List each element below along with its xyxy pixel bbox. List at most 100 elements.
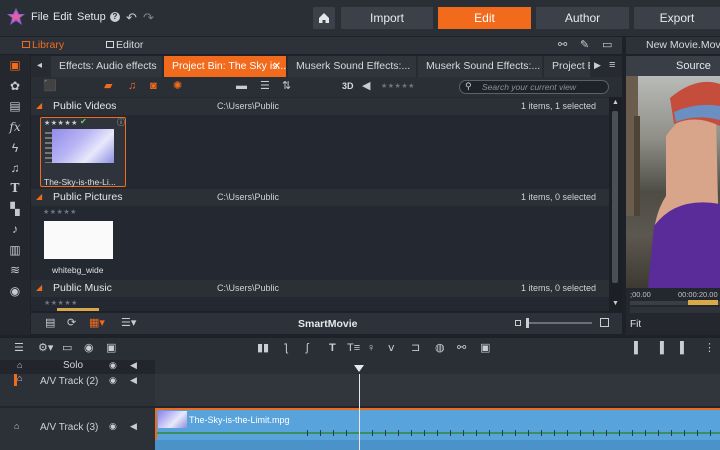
filter-project-icon[interactable]: ✺ [173, 81, 182, 92]
track-header-3[interactable]: ⌂ A/V Track (3) ◉ ◀ [0, 408, 155, 450]
speaker-filter-icon[interactable]: ◀ [362, 81, 370, 92]
menu-setup[interactable]: Setup [77, 11, 106, 23]
timeline-ruler[interactable] [155, 360, 720, 374]
media-icon[interactable]: ▤ [9, 100, 21, 112]
preview-icon[interactable]: ▣ [480, 343, 490, 354]
track-header-2[interactable]: ⌂ A/V Track (2) ◉ ◀ [0, 374, 155, 406]
collapse-icon[interactable]: ◢ [36, 192, 42, 201]
edit-button[interactable]: Edit [438, 7, 531, 29]
track-lock-icon[interactable]: ⌂ [17, 374, 22, 383]
audio-mixer-icon[interactable]: ▮▮ [257, 343, 269, 354]
timeline-settings-icon[interactable]: ☰ [14, 343, 24, 354]
tab-muserk-2[interactable]: Muserk Sound Effects:... [418, 56, 542, 77]
piano-icon[interactable]: ▥ [9, 244, 21, 256]
titles-icon[interactable]: T [9, 182, 21, 194]
menu-icon[interactable]: ⋮ [704, 343, 715, 354]
source-scrubber[interactable] [630, 300, 720, 305]
zoom-small-icon[interactable] [515, 320, 521, 326]
tabs-forward-icon[interactable]: ▶ [594, 61, 601, 70]
filter-video-icon[interactable]: ▰ [104, 81, 112, 92]
effects-icon[interactable]: fx [9, 121, 21, 133]
tab-project-b[interactable]: Project B [544, 56, 590, 77]
folder-icon[interactable]: ▬ [236, 81, 247, 92]
storyboard-icon[interactable]: ▣ [106, 343, 116, 354]
eye-icon[interactable]: ◉ [109, 376, 117, 385]
zoom-slider[interactable] [526, 318, 592, 328]
music-thumbnail-edge[interactable] [57, 308, 99, 311]
trim-icon[interactable]: ⅴ [388, 343, 395, 354]
scrubber-marker[interactable] [688, 300, 718, 305]
scroll-down-icon[interactable]: ▼ [612, 300, 619, 307]
menu-edit[interactable]: Edit [53, 11, 72, 23]
speaker-icon[interactable]: ◀ [130, 376, 137, 385]
tag-icon[interactable]: ⬛ [43, 81, 57, 92]
search-field[interactable]: ⚲ Search your current view [459, 80, 609, 94]
rating-stars[interactable]: ★★★★★ [43, 208, 77, 216]
split-icon[interactable]: ⊐ [411, 343, 420, 354]
rating-stars[interactable]: ★★★★★ [44, 299, 78, 307]
filter-photo-icon[interactable]: ◙ [150, 81, 157, 92]
zoom-handle[interactable] [526, 318, 529, 328]
snap-icon[interactable]: ▭ [62, 343, 72, 354]
project-bin-icon[interactable]: ▣ [9, 59, 21, 71]
rating-stars[interactable]: ★★★★★ [44, 119, 78, 127]
info-icon[interactable]: ⓘ [117, 119, 125, 127]
track-lock-icon[interactable]: ⌂ [14, 422, 19, 431]
video-thumbnail[interactable]: ★★★★★ ✔ ⓘ The-Sky-is-the-Li... [40, 117, 126, 187]
smartmovie-button[interactable]: SmartMovie [298, 318, 358, 330]
layout-icon[interactable]: ▭ [602, 40, 612, 51]
sound-effects-icon[interactable]: ♪ [9, 223, 21, 235]
voiceover-icon[interactable]: ♀ [367, 343, 375, 354]
tab-muserk-1[interactable]: Muserk Sound Effects:... [288, 56, 416, 77]
link-clips-icon[interactable]: ⚯ [457, 343, 466, 354]
speaker-icon[interactable]: ◀ [130, 361, 137, 370]
montage-icon[interactable]: ▚ [9, 203, 21, 215]
tab-effects-audio[interactable]: Effects: Audio effects [51, 56, 162, 77]
menu-file[interactable]: File [31, 11, 49, 23]
transitions-icon[interactable]: ϟ [9, 142, 21, 154]
grid-view-icon[interactable]: ▦▾ [89, 318, 105, 329]
zoom-large-icon[interactable] [600, 318, 609, 327]
section-header-music[interactable]: ◢ Public Music C:\Users\Public 1 items, … [31, 280, 609, 297]
section-header-videos[interactable]: ◢ Public Videos C:\Users\Public 1 items,… [31, 98, 609, 115]
close-tab-icon[interactable]: ✕ [273, 56, 281, 77]
timeline-clip[interactable]: The-Sky-is-the-Limit.mpg [155, 408, 720, 440]
track-lane-2[interactable] [155, 374, 720, 406]
list-view-icon[interactable]: ☰ [260, 81, 270, 92]
library-scrollbar[interactable]: ▲ ▼ [609, 97, 622, 311]
source-scroll[interactable] [630, 307, 720, 313]
library-tab[interactable]: Library [22, 39, 64, 51]
filter-audio-icon[interactable]: ♫ [128, 81, 136, 92]
marker-icon[interactable]: ▌ [634, 343, 642, 354]
title-tool-icon[interactable]: T [329, 343, 336, 354]
picture-thumbnail[interactable]: ★★★★★ whitebg_wide [40, 207, 126, 277]
undo-icon[interactable]: ↶ [126, 11, 137, 24]
sort-icon[interactable]: ⇅ [282, 81, 291, 92]
audio-wave-icon[interactable]: ≋ [9, 264, 21, 276]
eye-icon[interactable]: ◉ [109, 361, 117, 370]
scroll-thumb[interactable] [612, 111, 618, 283]
export-button[interactable]: Export [634, 7, 720, 29]
collapse-icon[interactable]: ◢ [36, 283, 42, 292]
zoom-timeline-icon[interactable]: ▌ [680, 343, 688, 354]
fit-dropdown[interactable]: Fit [630, 319, 641, 330]
eye-icon[interactable]: ◉ [109, 422, 117, 431]
redo-icon[interactable]: ↷ [143, 11, 154, 24]
editor-tab[interactable]: Editor [106, 39, 143, 51]
collections-icon[interactable]: ✿ [9, 80, 21, 92]
panorama-icon[interactable]: ◍ [435, 343, 445, 354]
tabs-menu-icon[interactable]: ≡ [609, 60, 615, 71]
source-tab[interactable]: Source [626, 56, 720, 76]
tabs-back-icon[interactable]: ◂ [37, 61, 42, 71]
import-button[interactable]: Import [341, 7, 433, 29]
scroll-up-icon[interactable]: ▲ [612, 99, 619, 106]
disc-icon[interactable]: ◉ [9, 285, 21, 297]
home-button[interactable] [313, 7, 335, 29]
playhead-line[interactable] [359, 374, 360, 450]
rating-filter-stars[interactable]: ★★★★★ [381, 82, 415, 90]
collapse-icon[interactable]: ◢ [36, 101, 42, 110]
add-to-project-icon[interactable]: ▤ [45, 318, 55, 329]
marker-next-icon[interactable]: ▐ [656, 343, 664, 354]
details-view-icon[interactable]: ☰▾ [121, 318, 136, 329]
gear-icon[interactable]: ⚙▾ [38, 343, 53, 354]
